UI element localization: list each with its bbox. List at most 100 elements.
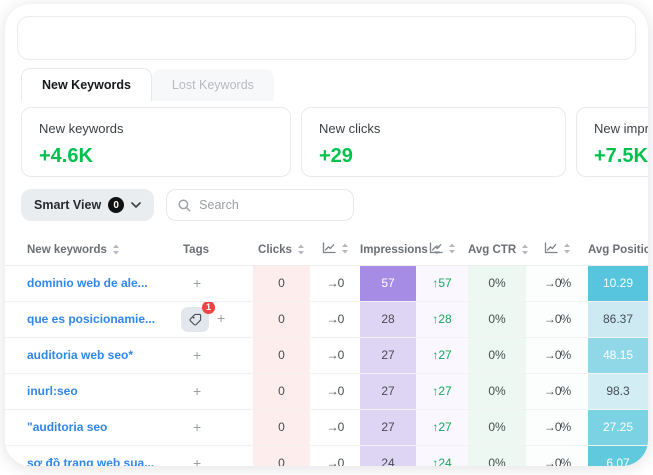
clicks-trend-cell: →0 (310, 337, 360, 373)
col-header-clicks[interactable]: Clicks (253, 235, 310, 265)
impressions-trend-cell: ↑27 (416, 409, 468, 445)
table-row: "auditoria seo +0→027↑270%→0%27.25 (5, 409, 648, 445)
add-tag-button[interactable]: + (193, 383, 201, 399)
search-box[interactable] (166, 189, 354, 221)
tab-new-keywords[interactable]: New Keywords (21, 68, 152, 101)
ctr-trend-cell: →0% (526, 337, 588, 373)
tag-count-badge: 1 (202, 301, 215, 314)
impressions-cell: 27 (360, 337, 416, 373)
search-icon (178, 199, 191, 212)
add-tag-button[interactable]: + (193, 275, 201, 291)
stat-cards: New keywords +4.6K New clicks +29 New im… (21, 107, 648, 177)
impressions-cell: 57 (360, 265, 416, 301)
impressions-trend-cell: ↑28 (416, 301, 468, 337)
impressions-cell: 27 (360, 373, 416, 409)
smart-view-label: Smart View (34, 198, 101, 212)
avg-ctr-cell: 0% (468, 445, 526, 466)
stat-card-new-keywords: New keywords +4.6K (21, 107, 291, 177)
sort-icon[interactable] (563, 243, 571, 254)
avg-position-cell: 86.37 (588, 301, 648, 337)
impressions-trend-cell: ↑27 (416, 373, 468, 409)
avg-ctr-cell: 0% (468, 265, 526, 301)
tab-bar: New Keywords Lost Keywords (21, 68, 648, 101)
clicks-cell: 0 (253, 265, 310, 301)
clicks-trend-cell: →0 (310, 265, 360, 301)
keyword-link[interactable]: "auditoria seo (5, 409, 161, 445)
keyword-link[interactable]: auditoria web seo* (5, 337, 161, 373)
col-header-clicks-trend[interactable] (310, 235, 360, 265)
avg-position-cell: 10.29 (588, 265, 648, 301)
filter-bar[interactable] (17, 16, 636, 60)
add-tag-button[interactable]: + (193, 419, 201, 435)
add-tag-button[interactable]: + (217, 310, 225, 326)
table-row: que es posicionamie...1+0→028↑280%→0%86.… (5, 301, 648, 337)
ctr-trend-cell: →0% (526, 301, 588, 337)
col-header-ctr-trend[interactable] (526, 235, 588, 265)
tab-lost-keywords[interactable]: Lost Keywords (152, 69, 274, 101)
keywords-table: New keywords Tags Clicks Impressions (5, 235, 648, 466)
stat-label: New keywords (39, 121, 273, 136)
clicks-cell: 0 (253, 445, 310, 466)
col-header-impressions[interactable]: Impressions (360, 235, 416, 265)
avg-position-cell: 48.15 (588, 337, 648, 373)
keyword-link[interactable]: inurl:seo (5, 373, 161, 409)
avg-position-cell: 98.3 (588, 373, 648, 409)
clicks-cell: 0 (253, 301, 310, 337)
avg-position-cell: 27.25 (588, 409, 648, 445)
stat-value: +7.5K (594, 145, 648, 168)
avg-ctr-cell: 0% (468, 409, 526, 445)
search-input[interactable] (199, 198, 342, 212)
add-tag-button[interactable]: + (193, 455, 201, 466)
impressions-cell: 27 (360, 409, 416, 445)
line-chart-icon (544, 242, 558, 254)
sort-icon[interactable] (341, 243, 349, 254)
keyword-link[interactable]: dominio web de ale... (5, 265, 161, 301)
sort-icon[interactable] (297, 244, 305, 255)
keyword-link[interactable]: que es posicionamie... (5, 301, 161, 337)
clicks-cell: 0 (253, 409, 310, 445)
sort-icon[interactable] (112, 244, 120, 255)
stat-card-new-impressions: New impressions +7.5K (576, 107, 648, 177)
col-header-tags[interactable]: Tags (161, 235, 253, 265)
impressions-trend-cell: ↑24 (416, 445, 468, 466)
chevron-down-icon (131, 202, 141, 208)
impressions-cell: 24 (360, 445, 416, 466)
stat-label: New impressions (594, 121, 648, 136)
smart-view-dropdown[interactable]: Smart View 0 (21, 189, 154, 221)
col-header-avg-ctr[interactable]: Avg CTR (468, 235, 526, 265)
tag-chip[interactable]: 1 (181, 307, 209, 332)
col-header-new-keywords[interactable]: New keywords (5, 235, 161, 265)
col-header-avg-position[interactable]: Avg Position (588, 235, 648, 265)
ctr-trend-cell: →0% (526, 409, 588, 445)
tags-cell[interactable]: + (161, 265, 253, 301)
ctr-trend-cell: →0% (526, 265, 588, 301)
tags-cell[interactable]: + (161, 445, 253, 466)
add-tag-button[interactable]: + (193, 347, 201, 363)
tags-cell[interactable]: + (161, 373, 253, 409)
sort-icon[interactable] (521, 244, 529, 255)
tags-cell[interactable]: + (161, 337, 253, 373)
avg-ctr-cell: 0% (468, 301, 526, 337)
table-row: dominio web de ale... +0→057↑570%→0%10.29 (5, 265, 648, 301)
clicks-trend-cell: →0 (310, 409, 360, 445)
avg-ctr-cell: 0% (468, 337, 526, 373)
line-chart-icon (322, 242, 336, 254)
impressions-trend-cell: ↑57 (416, 265, 468, 301)
table-header-row: New keywords Tags Clicks Impressions (5, 235, 648, 265)
ctr-trend-cell: →0% (526, 445, 588, 466)
table-row: inurl:seo+0→027↑270%→0%98.3 (5, 373, 648, 409)
avg-ctr-cell: 0% (468, 373, 526, 409)
tag-icon (189, 313, 202, 326)
stat-card-new-clicks: New clicks +29 (301, 107, 566, 177)
smart-view-count-badge: 0 (108, 197, 124, 213)
sort-icon[interactable] (448, 243, 456, 254)
clicks-cell: 0 (253, 373, 310, 409)
clicks-trend-cell: →0 (310, 301, 360, 337)
table-row: auditoria web seo*+0→027↑270%→0%48.15 (5, 337, 648, 373)
keywords-widget: New Keywords Lost Keywords New keywords … (5, 4, 648, 466)
tags-cell[interactable]: 1+ (161, 301, 253, 337)
tags-cell[interactable]: + (161, 409, 253, 445)
line-chart-icon (429, 242, 443, 254)
stat-label: New clicks (319, 121, 548, 136)
keyword-link[interactable]: sơ đồ trang web sua... (5, 445, 161, 466)
